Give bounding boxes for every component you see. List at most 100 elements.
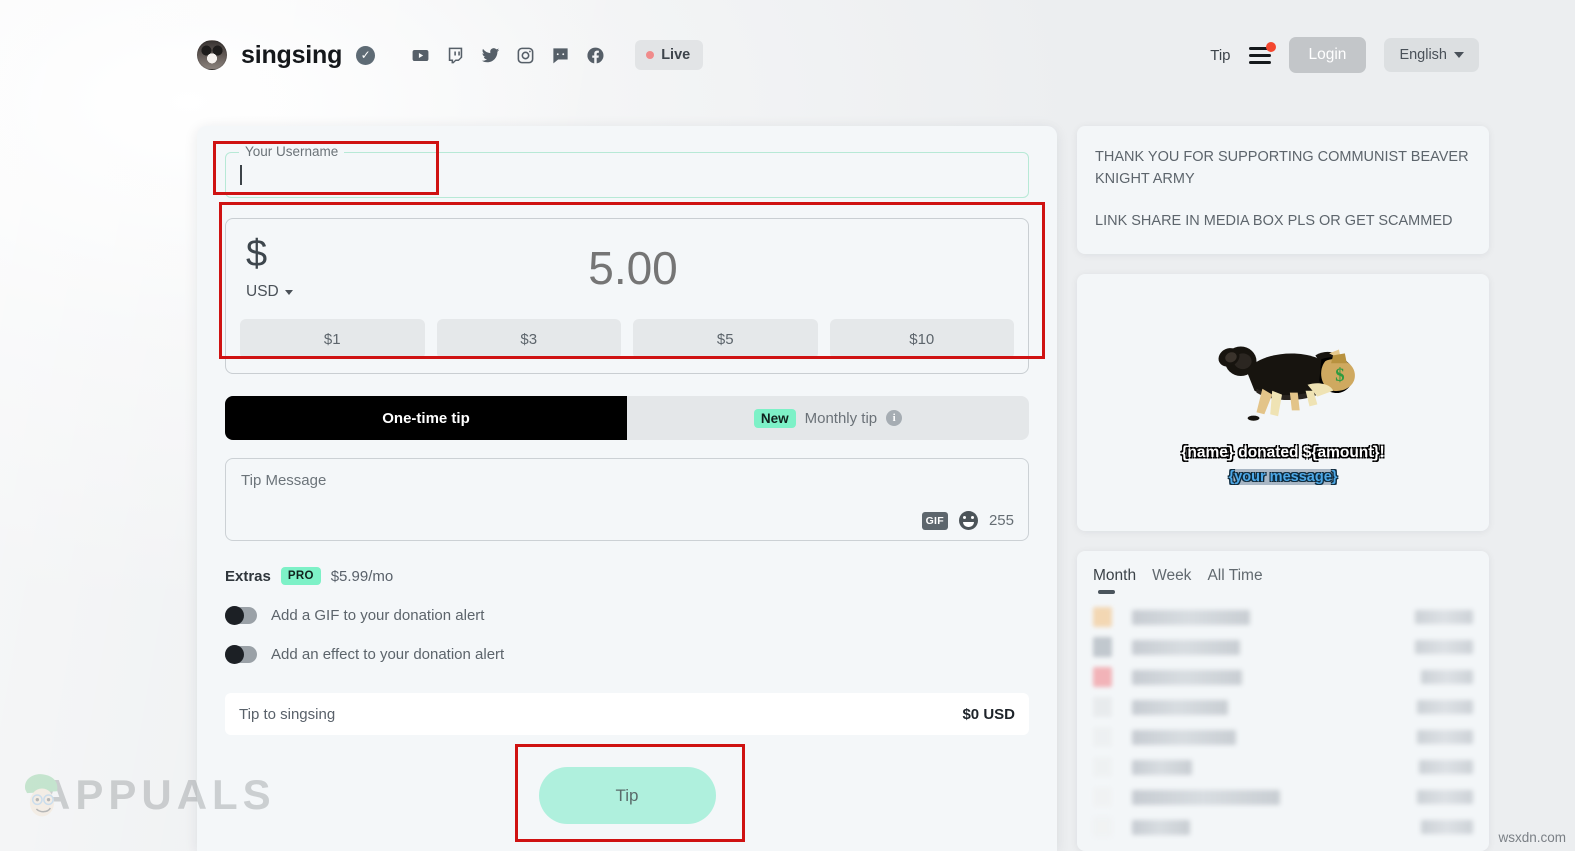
- sidebar: THANK YOU FOR SUPPORTING COMMUNIST BEAVE…: [1077, 126, 1489, 851]
- currency-column: $ USD: [240, 235, 332, 301]
- leaderboard-row: [1093, 722, 1473, 752]
- source-watermark: wsxdn.com: [1498, 830, 1566, 845]
- leaderboard-tab-all-time[interactable]: All Time: [1207, 567, 1262, 592]
- verified-check-icon: ✓: [356, 45, 376, 65]
- live-dot-icon: [646, 51, 655, 59]
- leaderboard-rank-avatar: [1093, 817, 1112, 838]
- youtube-icon[interactable]: [411, 46, 430, 65]
- twitch-icon[interactable]: [446, 46, 465, 65]
- leaderboard-rank-avatar: [1093, 607, 1112, 628]
- leaderboard-rank-avatar: [1093, 637, 1112, 658]
- extras-header: Extras PRO $5.99/mo: [225, 567, 1029, 585]
- toggle-add-gif-label: Add a GIF to your donation alert: [271, 607, 485, 624]
- leaderboard-row: [1093, 752, 1473, 782]
- tab-one-time-tip-label: One-time tip: [382, 409, 470, 427]
- social-links: [411, 46, 605, 65]
- tab-one-time-tip[interactable]: One-time tip: [225, 396, 627, 440]
- leaderboard-donor-amount: [1421, 820, 1473, 835]
- dog-with-money-bag-icon: $: [1218, 346, 1355, 422]
- hamburger-menu-icon[interactable]: [1248, 41, 1276, 64]
- amount-input-row: $ USD: [240, 235, 1014, 301]
- tab-monthly-tip-label: Monthly tip: [804, 409, 878, 427]
- alert-preview-card: $ {name} donated ${amount}! {your messag…: [1077, 274, 1489, 532]
- leaderboard-donor-name: [1132, 699, 1228, 715]
- leaderboard-donor-amount: [1419, 760, 1473, 775]
- leaderboard-row: [1093, 692, 1473, 722]
- leaderboard-rows: [1093, 602, 1473, 842]
- leaderboard-tab-week[interactable]: Week: [1152, 567, 1191, 592]
- message-tools: GIF 255: [921, 511, 1014, 530]
- quick-amount-3[interactable]: $3: [436, 319, 621, 359]
- leaderboard-rank-avatar: [1093, 697, 1112, 718]
- amount-section: $ USD $1 $3 $5 $10: [225, 218, 1029, 374]
- alert-preview-line-2: {your message}: [1228, 469, 1338, 486]
- language-label: English: [1399, 47, 1447, 63]
- alert-preview-line-1: {name} donated ${amount}!: [1181, 444, 1385, 462]
- svg-text:$: $: [1335, 365, 1344, 386]
- leaderboard-rank-avatar: [1093, 787, 1112, 808]
- tip-total-row: Tip to singsing $0 USD: [225, 693, 1029, 735]
- leaderboard-rank-avatar: [1093, 757, 1112, 778]
- quick-amount-buttons: $1 $3 $5 $10: [240, 319, 1014, 359]
- toggle-add-gif[interactable]: [225, 605, 257, 625]
- leaderboard-donor-amount: [1415, 610, 1473, 625]
- login-button[interactable]: Login: [1288, 37, 1367, 73]
- emoji-icon[interactable]: [958, 511, 978, 530]
- leaderboard-rank-avatar: [1093, 667, 1112, 688]
- header-actions: Tip Login English: [1210, 37, 1479, 73]
- leaderboard-donor-name: [1132, 759, 1192, 775]
- leaderboard-row: [1093, 662, 1473, 692]
- amount-input[interactable]: [332, 235, 1014, 295]
- quick-amount-1[interactable]: $1: [240, 319, 425, 359]
- quick-amount-10[interactable]: $10: [829, 319, 1014, 359]
- currency-symbol: $: [246, 233, 268, 275]
- new-badge: New: [753, 408, 796, 428]
- leaderboard-donor-amount: [1417, 790, 1473, 805]
- currency-code: USD: [246, 283, 279, 300]
- instagram-icon[interactable]: [516, 46, 535, 65]
- leaderboard-donor-name: [1132, 669, 1242, 685]
- discord-icon[interactable]: [551, 46, 570, 65]
- character-counter: 255: [988, 512, 1014, 529]
- text-cursor: [240, 165, 242, 185]
- leaderboard-donor-name: [1132, 729, 1236, 745]
- chevron-down-icon: [1454, 52, 1464, 58]
- leaderboard-donor-name: [1132, 639, 1240, 655]
- chevron-down-icon: [284, 289, 293, 295]
- leaderboard-donor-name: [1132, 789, 1280, 805]
- leaderboard-tab-month[interactable]: Month: [1093, 567, 1136, 595]
- header-tip-link[interactable]: Tip: [1210, 47, 1230, 64]
- toggle-knob: [225, 605, 244, 625]
- leaderboard-donor-amount: [1417, 700, 1473, 715]
- channel-notice-card: THANK YOU FOR SUPPORTING COMMUNIST BEAVE…: [1077, 126, 1489, 255]
- username-field-wrapper: Your Username: [225, 144, 1029, 198]
- leaderboard-row: [1093, 632, 1473, 662]
- live-label: Live: [661, 47, 691, 63]
- gif-icon[interactable]: GIF: [921, 511, 948, 530]
- currency-selector[interactable]: USD: [246, 283, 332, 301]
- tip-total-label: Tip to singsing: [239, 705, 336, 723]
- extras-option-gif[interactable]: Add a GIF to your donation alert: [225, 605, 1029, 625]
- pro-badge: PRO: [280, 567, 321, 585]
- facebook-icon[interactable]: [586, 46, 605, 65]
- leaderboard-card: Month Week All Time: [1077, 551, 1489, 851]
- username-field[interactable]: Your Username: [225, 144, 1029, 198]
- avatar: [197, 40, 227, 70]
- extras-option-effect[interactable]: Add an effect to your donation alert: [225, 644, 1029, 664]
- leaderboard-donor-amount: [1415, 640, 1473, 655]
- channel-brand[interactable]: singsing ✓: [197, 40, 376, 70]
- notice-line-1: THANK YOU FOR SUPPORTING COMMUNIST BEAVE…: [1095, 149, 1469, 188]
- extras-price: $5.99/mo: [330, 567, 394, 585]
- tab-monthly-tip[interactable]: New Monthly tip i: [627, 396, 1029, 440]
- tip-submit-button[interactable]: Tip: [538, 767, 716, 824]
- toggle-add-effect[interactable]: [225, 644, 257, 664]
- tip-message-field[interactable]: Tip Message GIF 255: [225, 458, 1029, 541]
- language-selector[interactable]: English: [1384, 38, 1479, 72]
- info-icon[interactable]: i: [886, 410, 903, 426]
- toggle-add-effect-label: Add an effect to your donation alert: [271, 646, 505, 663]
- appuals-watermark: APPUALS: [14, 767, 276, 823]
- quick-amount-5[interactable]: $5: [633, 319, 818, 359]
- tip-type-tabs: One-time tip New Monthly tip i: [225, 396, 1029, 440]
- twitter-icon[interactable]: [481, 46, 500, 65]
- leaderboard-rank-avatar: [1093, 727, 1112, 748]
